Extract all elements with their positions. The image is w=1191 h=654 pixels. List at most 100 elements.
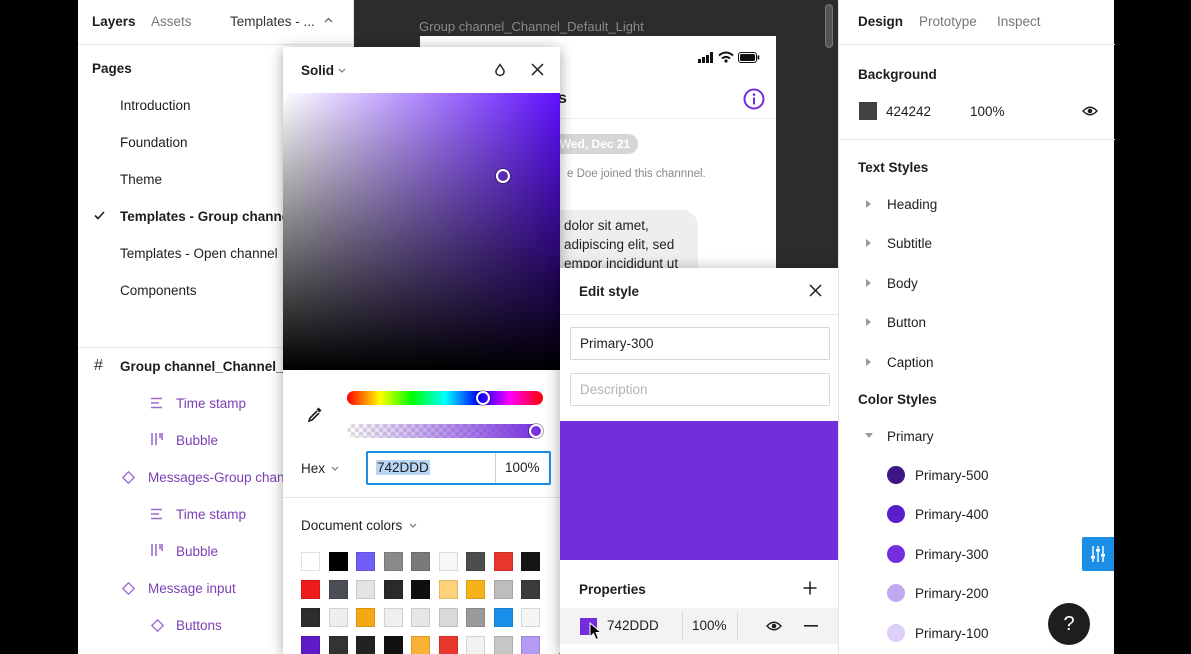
color-swatch[interactable]	[521, 580, 540, 599]
chevron-down-icon[interactable]	[409, 523, 417, 528]
color-swatch[interactable]	[411, 636, 430, 654]
color-swatch[interactable]	[328, 636, 348, 654]
chevron-down-icon[interactable]	[331, 466, 339, 471]
expand-caret-icon[interactable]	[866, 279, 871, 287]
color-swatch[interactable]	[328, 580, 348, 599]
color-style-primary-500[interactable]: Primary-500	[915, 468, 989, 483]
document-colors-dropdown[interactable]: Document colors	[301, 518, 402, 533]
eye-icon[interactable]	[766, 620, 782, 632]
plus-icon[interactable]	[803, 581, 817, 595]
page-components[interactable]: Components	[120, 283, 197, 298]
close-icon[interactable]	[809, 284, 822, 297]
text-style-caption[interactable]: Caption	[887, 355, 934, 370]
style-name-input[interactable]: Primary-300	[570, 327, 830, 360]
page-foundation[interactable]: Foundation	[120, 135, 188, 150]
color-swatch[interactable]	[411, 608, 430, 627]
expand-caret-icon[interactable]	[866, 358, 871, 366]
color-swatch[interactable]	[411, 580, 430, 599]
color-swatch[interactable]	[356, 580, 375, 599]
color-swatch[interactable]	[466, 636, 485, 654]
color-swatch[interactable]	[438, 552, 458, 571]
color-swatch[interactable]	[383, 552, 403, 571]
color-swatch[interactable]	[301, 608, 320, 627]
background-hex[interactable]: 424242	[886, 104, 931, 119]
expand-caret-icon[interactable]	[866, 318, 871, 326]
plugin-sidebar-button[interactable]	[1082, 537, 1114, 571]
layer-message-input[interactable]: Message input	[148, 581, 236, 596]
page-introduction[interactable]: Introduction	[120, 98, 191, 113]
layer-bubble-2[interactable]: Bubble	[176, 544, 218, 559]
fill-type-dropdown[interactable]: Solid	[301, 63, 334, 78]
color-swatch[interactable]	[383, 580, 403, 599]
color-swatch[interactable]	[438, 636, 458, 654]
color-swatch[interactable]	[438, 580, 458, 599]
text-style-body[interactable]: Body	[887, 276, 918, 291]
tab-assets[interactable]: Assets	[151, 14, 192, 29]
property-hex[interactable]: 742DDD	[607, 618, 659, 633]
color-swatch[interactable]	[383, 608, 403, 627]
tab-design[interactable]: Design	[858, 14, 903, 29]
background-opacity[interactable]: 100%	[970, 104, 1005, 119]
color-swatch[interactable]	[301, 636, 320, 654]
frame-label[interactable]: Group channel_Channel_Default_Light	[419, 19, 644, 34]
opacity-input[interactable]: 100%	[505, 460, 540, 475]
color-swatch[interactable]	[328, 608, 348, 627]
color-swatch[interactable]	[356, 636, 375, 654]
close-icon[interactable]	[531, 63, 544, 76]
chevron-up-icon[interactable]	[324, 17, 333, 23]
color-group-primary[interactable]: Primary	[887, 429, 934, 444]
color-swatch[interactable]	[493, 608, 513, 627]
hue-handle[interactable]	[476, 391, 491, 405]
eye-icon[interactable]	[1082, 105, 1098, 117]
expand-caret-icon[interactable]	[866, 239, 871, 247]
color-swatch[interactable]	[521, 608, 540, 627]
canvas-scrollbar[interactable]	[825, 4, 833, 48]
color-swatch[interactable]	[383, 636, 403, 654]
info-icon[interactable]	[743, 88, 765, 110]
layer-messages-group[interactable]: Messages-Group channel	[148, 470, 303, 485]
color-swatch[interactable]	[356, 552, 375, 571]
alpha-handle[interactable]	[529, 424, 543, 438]
blend-drop-icon[interactable]	[494, 63, 506, 77]
color-swatch[interactable]	[493, 552, 513, 571]
color-swatch[interactable]	[356, 608, 375, 627]
sv-handle[interactable]	[496, 169, 510, 183]
style-description-input[interactable]: Description	[570, 373, 830, 406]
color-swatch[interactable]	[493, 636, 513, 654]
color-style-primary-300[interactable]: Primary-300	[915, 547, 989, 562]
hue-slider[interactable]	[347, 391, 543, 405]
minus-icon[interactable]	[804, 625, 818, 627]
color-style-primary-200[interactable]: Primary-200	[915, 586, 989, 601]
color-swatch[interactable]	[521, 552, 540, 571]
tab-layers[interactable]: Layers	[92, 14, 136, 29]
color-swatch[interactable]	[301, 552, 320, 571]
text-style-subtitle[interactable]: Subtitle	[887, 236, 932, 251]
layer-buttons[interactable]: Buttons	[176, 618, 222, 633]
color-format-dropdown[interactable]: Hex	[301, 461, 325, 476]
chevron-down-icon[interactable]	[338, 68, 346, 73]
text-style-button[interactable]: Button	[887, 315, 926, 330]
color-swatch[interactable]	[301, 580, 320, 599]
eyedropper-icon[interactable]	[306, 405, 324, 423]
collapse-caret-icon[interactable]	[865, 433, 873, 438]
color-style-primary-100[interactable]: Primary-100	[915, 626, 989, 641]
text-style-heading[interactable]: Heading	[887, 197, 937, 212]
color-swatch[interactable]	[328, 552, 348, 571]
color-style-primary-400[interactable]: Primary-400	[915, 507, 989, 522]
color-swatch[interactable]	[466, 552, 485, 571]
background-color-swatch[interactable]	[859, 102, 877, 120]
pages-dropdown[interactable]: Templates - ...	[230, 14, 315, 29]
layer-time-stamp[interactable]: Time stamp	[176, 396, 246, 411]
layer-time-stamp-2[interactable]: Time stamp	[176, 507, 246, 522]
tab-inspect[interactable]: Inspect	[997, 14, 1041, 29]
page-templates-open[interactable]: Templates - Open channel	[120, 246, 278, 261]
page-theme[interactable]: Theme	[120, 172, 162, 187]
alpha-slider[interactable]	[347, 424, 543, 438]
color-swatch[interactable]	[493, 580, 513, 599]
color-swatch[interactable]	[521, 636, 540, 654]
expand-caret-icon[interactable]	[866, 200, 871, 208]
tab-prototype[interactable]: Prototype	[919, 14, 977, 29]
saturation-brightness-area[interactable]	[283, 93, 560, 370]
hex-input[interactable]: 742DDD	[376, 460, 430, 475]
color-swatch[interactable]	[438, 608, 458, 627]
